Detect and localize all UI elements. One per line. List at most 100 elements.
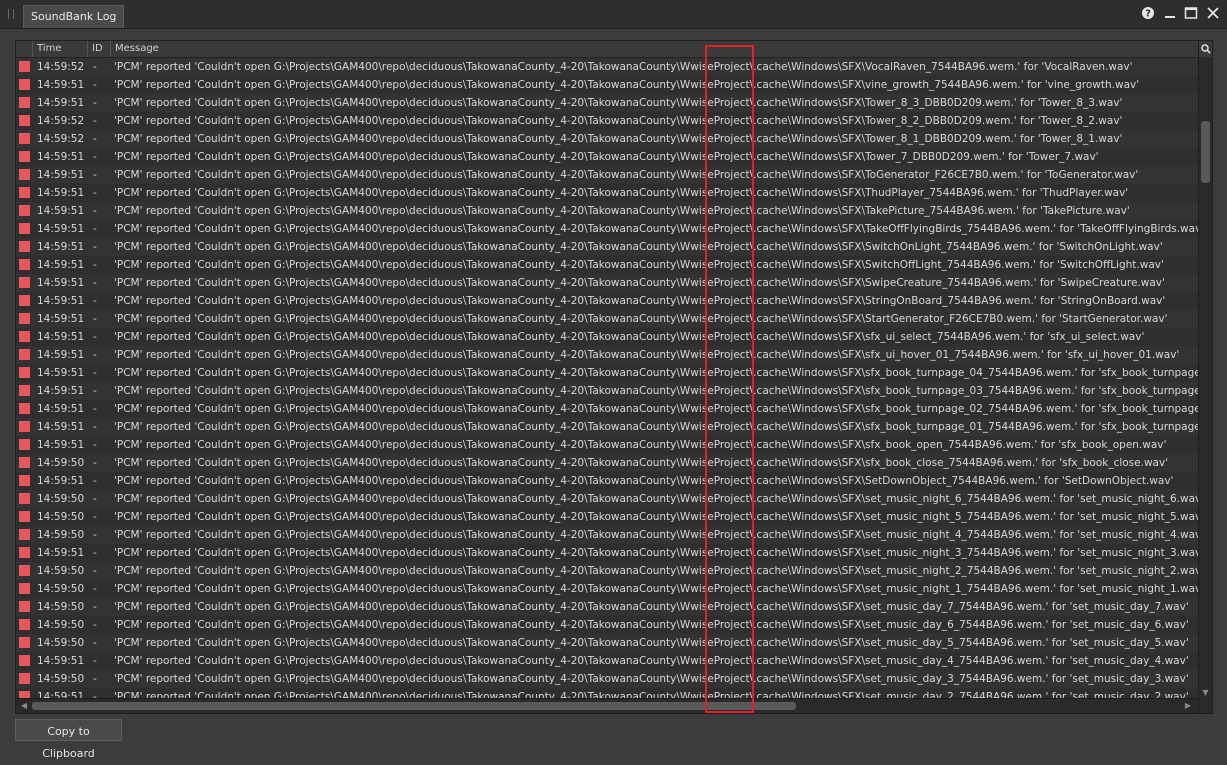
panel-titlebar: SoundBank Log ? [0,0,1227,29]
vertical-scrollbar[interactable]: ▼ [1198,41,1212,713]
table-row[interactable]: 14:59:51- 'PCM' reported 'Couldn't open G… [16,346,1198,364]
table-row[interactable]: 14:59:50- 'PCM' reported 'Couldn't open G… [16,490,1198,508]
cell-id: - [93,367,97,379]
horizontal-scrollbar[interactable]: ◀ ▶ [16,698,1198,713]
table-row[interactable]: 14:59:51- 'PCM' reported 'Couldn't open G… [16,328,1198,346]
table-row[interactable]: 14:59:51- 'PCM' reported 'Couldn't open G… [16,652,1198,670]
error-severity-icon [19,97,30,108]
cell-id: - [93,457,97,469]
cell-time: 14:59:51 [37,79,85,91]
column-header-message[interactable]: Message [110,41,1195,57]
tab-soundbank-log[interactable]: SoundBank Log [23,5,125,28]
vertical-scroll-thumb[interactable] [1201,121,1210,183]
cell-time: 14:59:50 [37,457,85,469]
error-severity-icon [19,133,30,144]
cell-message: 'PCM' reported 'Couldn't open G:\Project… [114,493,1198,505]
table-row[interactable]: 14:59:51- 'PCM' reported 'Couldn't open G… [16,310,1198,328]
scroll-left-arrow-icon[interactable]: ◀ [18,699,30,713]
maximize-icon[interactable] [1183,6,1199,22]
cell-time: 14:59:51 [37,331,85,343]
table-row[interactable]: 14:59:51- 'PCM' reported 'Couldn't open G… [16,544,1198,562]
table-row[interactable]: 14:59:50- 'PCM' reported 'Couldn't open G… [16,580,1198,598]
error-severity-icon [19,367,30,378]
table-row[interactable]: 14:59:51- 'PCM' reported 'Couldn't open G… [16,688,1198,698]
cell-id: - [93,385,97,397]
table-header: Time ID Message [16,41,1198,58]
cell-time: 14:59:50 [37,529,85,541]
scroll-right-arrow-icon[interactable]: ▶ [1182,699,1194,713]
help-icon[interactable]: ? [1140,6,1156,22]
table-row[interactable]: 14:59:51- 'PCM' reported 'Couldn't open G… [16,94,1198,112]
table-row[interactable]: 14:59:51- 'PCM' reported 'Couldn't open G… [16,472,1198,490]
cell-message: 'PCM' reported 'Couldn't open G:\Project… [114,187,1129,199]
cell-id: - [93,547,97,559]
error-severity-icon [19,61,30,72]
table-row[interactable]: 14:59:50- 'PCM' reported 'Couldn't open G… [16,508,1198,526]
table-row[interactable]: 14:59:51- 'PCM' reported 'Couldn't open G… [16,76,1198,94]
error-severity-icon [19,637,30,648]
error-severity-icon [19,439,30,450]
table-row[interactable]: 14:59:51- 'PCM' reported 'Couldn't open G… [16,220,1198,238]
table-row[interactable]: 14:59:52- 'PCM' reported 'Couldn't open G… [16,112,1198,130]
table-row[interactable]: 14:59:51- 'PCM' reported 'Couldn't open G… [16,184,1198,202]
table-row[interactable]: 14:59:50- 'PCM' reported 'Couldn't open G… [16,526,1198,544]
cell-message: 'PCM' reported 'Couldn't open G:\Project… [114,691,1189,698]
column-header-time[interactable]: Time [32,41,87,57]
search-icon[interactable] [1199,41,1212,57]
table-row[interactable]: 14:59:51- 'PCM' reported 'Couldn't open G… [16,202,1198,220]
cell-message: 'PCM' reported 'Couldn't open G:\Project… [114,133,1123,145]
svg-text:?: ? [1145,9,1151,20]
table-row[interactable]: 14:59:50- 'PCM' reported 'Couldn't open G… [16,616,1198,634]
cell-id: - [93,439,97,451]
table-row[interactable]: 14:59:50- 'PCM' reported 'Couldn't open G… [16,670,1198,688]
cell-time: 14:59:51 [37,97,85,109]
error-severity-icon [19,529,30,540]
table-row[interactable]: 14:59:51- 'PCM' reported 'Couldn't open G… [16,436,1198,454]
close-icon[interactable] [1205,6,1221,22]
cell-id: - [93,601,97,613]
error-severity-icon [19,421,30,432]
error-severity-icon [19,475,30,486]
drag-grip-icon[interactable] [8,9,14,19]
cell-message: 'PCM' reported 'Couldn't open G:\Project… [114,97,1123,109]
table-row[interactable]: 14:59:51- 'PCM' reported 'Couldn't open G… [16,382,1198,400]
cell-time: 14:59:51 [37,349,85,361]
error-severity-icon [19,187,30,198]
table-row[interactable]: 14:59:51- 'PCM' reported 'Couldn't open G… [16,166,1198,184]
table-row[interactable]: 14:59:50- 'PCM' reported 'Couldn't open G… [16,598,1198,616]
cell-id: - [93,331,97,343]
table-row[interactable]: 14:59:51- 'PCM' reported 'Couldn't open G… [16,364,1198,382]
table-row[interactable]: 14:59:51- 'PCM' reported 'Couldn't open G… [16,400,1198,418]
cell-time: 14:59:51 [37,169,85,181]
cell-message: 'PCM' reported 'Couldn't open G:\Project… [114,601,1189,613]
table-row[interactable]: 14:59:51- 'PCM' reported 'Couldn't open G… [16,256,1198,274]
cell-message: 'PCM' reported 'Couldn't open G:\Project… [114,295,1166,307]
table-row[interactable]: 14:59:52- 'PCM' reported 'Couldn't open G… [16,130,1198,148]
table-row[interactable]: 14:59:51- 'PCM' reported 'Couldn't open G… [16,238,1198,256]
scroll-down-arrow-icon[interactable]: ▼ [1199,687,1212,699]
cell-time: 14:59:51 [37,421,85,433]
cell-time: 14:59:50 [37,637,85,649]
table-row[interactable]: 14:59:50- 'PCM' reported 'Couldn't open G… [16,562,1198,580]
cell-message: 'PCM' reported 'Couldn't open G:\Project… [114,259,1164,271]
error-severity-icon [19,385,30,396]
error-severity-icon [19,259,30,270]
cell-message: 'PCM' reported 'Couldn't open G:\Project… [114,385,1198,397]
table-row[interactable]: 14:59:51- 'PCM' reported 'Couldn't open G… [16,418,1198,436]
table-row[interactable]: 14:59:52- 'PCM' reported 'Couldn't open G… [16,58,1198,76]
column-header-id[interactable]: ID [87,41,108,57]
copy-to-clipboard-button[interactable]: Copy to Clipboard [15,719,122,760]
cell-message: 'PCM' reported 'Couldn't open G:\Project… [114,205,1130,217]
table-row[interactable]: 14:59:51- 'PCM' reported 'Couldn't open G… [16,148,1198,166]
minimize-icon[interactable] [1162,6,1178,22]
error-severity-icon [19,583,30,594]
cell-time: 14:59:51 [37,367,85,379]
cell-time: 14:59:50 [37,583,85,595]
cell-message: 'PCM' reported 'Couldn't open G:\Project… [114,313,1168,325]
table-row[interactable]: 14:59:50- 'PCM' reported 'Couldn't open G… [16,454,1198,472]
table-row[interactable]: 14:59:51- 'PCM' reported 'Couldn't open G… [16,274,1198,292]
horizontal-scroll-thumb[interactable] [32,702,796,710]
table-row[interactable]: 14:59:50- 'PCM' reported 'Couldn't open G… [16,634,1198,652]
cell-message: 'PCM' reported 'Couldn't open G:\Project… [114,115,1123,127]
table-row[interactable]: 14:59:51- 'PCM' reported 'Couldn't open G… [16,292,1198,310]
